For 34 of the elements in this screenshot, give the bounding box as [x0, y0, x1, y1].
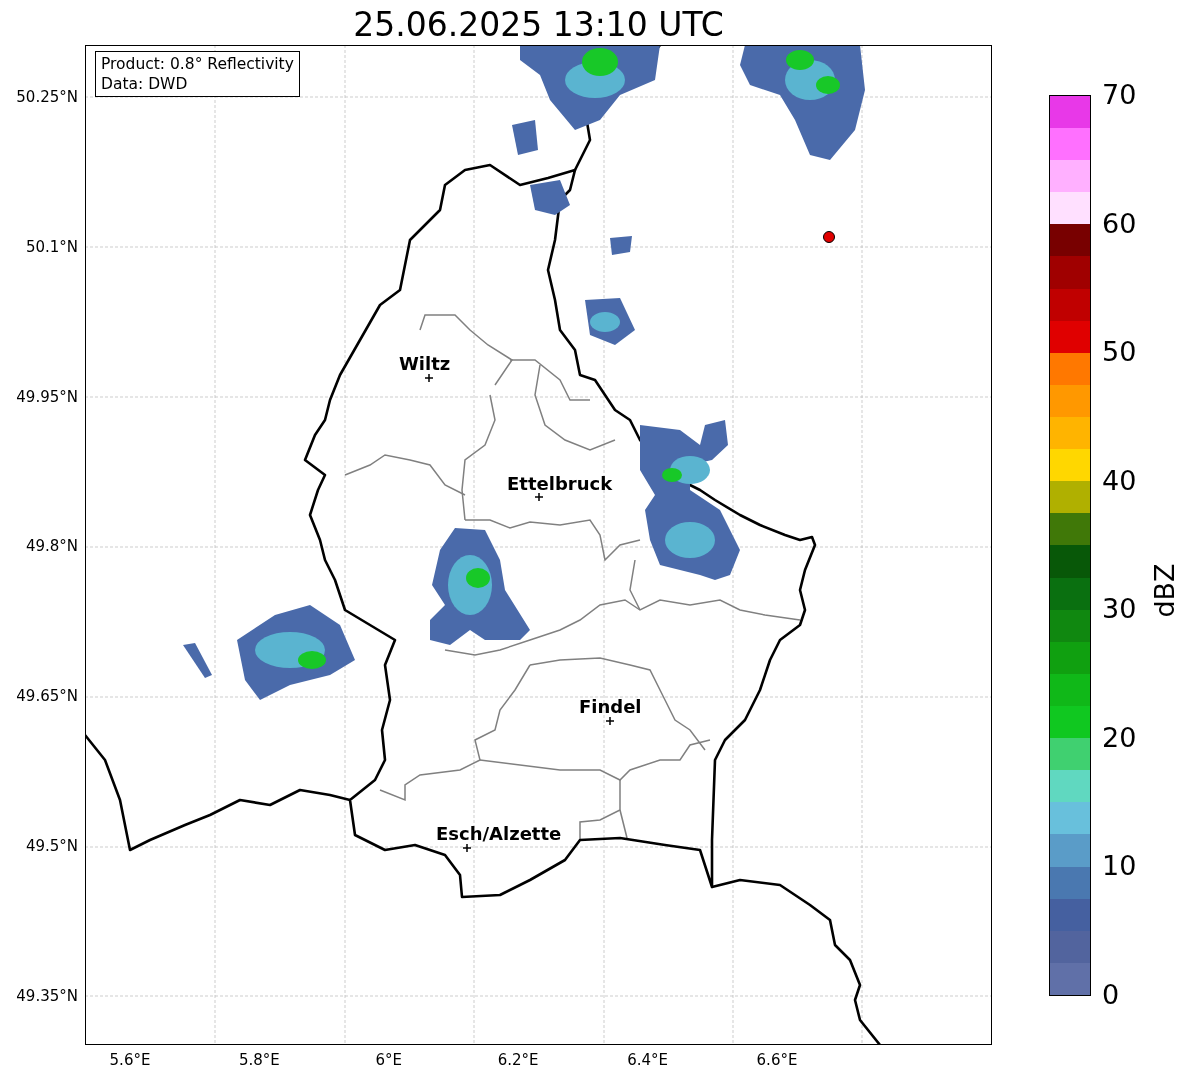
colorbar-tick-label: 30 [1102, 594, 1137, 625]
city-marker-icon [424, 373, 434, 383]
latitude-tick-label: 49.35°N [16, 986, 78, 1005]
colorbar-tick-label: 10 [1102, 851, 1137, 882]
city-marker-icon [605, 716, 615, 726]
info-text: Data: DWD [101, 74, 189, 94]
colorbar-tick-label: 50 [1102, 337, 1137, 368]
colorbar-tick-label: 70 [1102, 80, 1137, 110]
longitude-tick-label: 6.4°E [627, 1051, 668, 1069]
latitude-tick-label: 49.8°N [25, 537, 78, 556]
city-label: Findel [579, 696, 642, 717]
city-marker-icon [462, 843, 472, 853]
city-label: Wiltz [399, 353, 451, 374]
colorbar-tick-label: 40 [1102, 465, 1137, 496]
colorbar-label: dBZ [1148, 563, 1180, 618]
latitude-tick-label: 50.25°N [16, 88, 78, 106]
latitude-tick-label: 49.65°N [16, 687, 78, 706]
colorbar-tick-label: 60 [1102, 208, 1137, 239]
colorbar-tick-label: 20 [1102, 722, 1137, 753]
info-text: Product: 0.8° Reflectivity [101, 54, 294, 74]
chart-title: 25.06.2025 13:10 UTC [352, 4, 725, 45]
longitude-tick-label: 6.6°E [756, 1051, 798, 1069]
city-label: Esch/Alzette [436, 823, 562, 844]
latitude-tick-label: 49.95°N [16, 387, 78, 406]
latitude-tick-label: 50.1°N [25, 237, 78, 256]
longitude-tick-label: 6°E [375, 1051, 403, 1069]
longitude-tick-label: 5.8°E [238, 1051, 280, 1069]
city-marker-icon [534, 492, 544, 502]
longitude-tick-label: 5.6°E [109, 1051, 151, 1069]
latitude-tick-label: 49.5°N [25, 837, 78, 855]
longitude-tick-label: 6.2°E [497, 1051, 539, 1069]
city-label: Ettelbruck [507, 473, 613, 494]
colorbar-tick-label: 0 [1102, 979, 1121, 1010]
location-marker [823, 231, 835, 243]
